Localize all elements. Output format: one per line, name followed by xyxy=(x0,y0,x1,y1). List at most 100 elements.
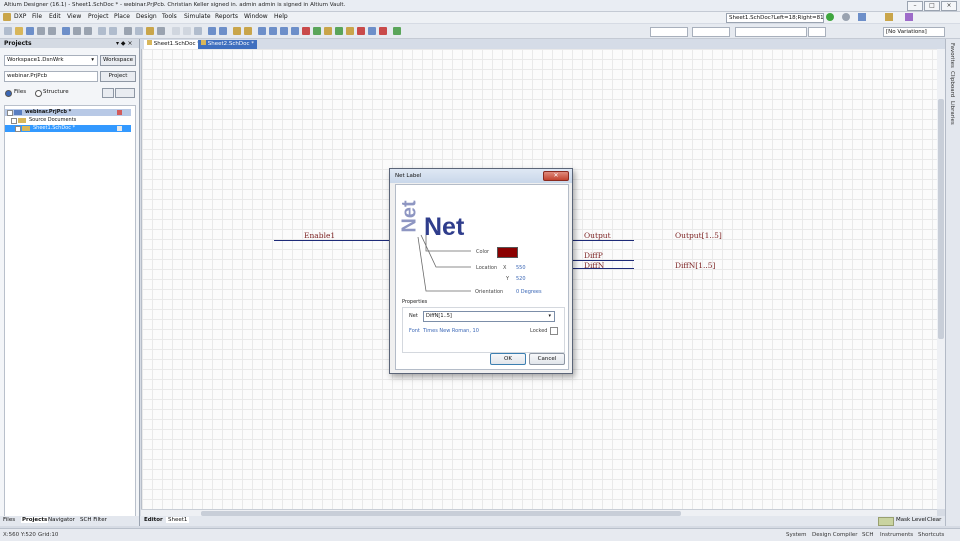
tab-clipboard[interactable]: Clipboard xyxy=(949,71,955,97)
cross-probe-icon[interactable] xyxy=(109,27,117,35)
orientation-value[interactable]: 0 Degrees xyxy=(516,289,542,295)
menu-file[interactable]: File xyxy=(32,13,42,20)
project-button[interactable]: Project xyxy=(100,71,136,82)
save-icon[interactable] xyxy=(26,27,34,35)
tree-folder[interactable]: Source Documents xyxy=(5,117,131,124)
document-path-field[interactable]: Sheet1.SchDoc?Left=18;Right=811; xyxy=(726,13,824,23)
tab-navigator[interactable]: Navigator xyxy=(48,517,75,523)
structure-radio[interactable] xyxy=(35,90,42,97)
place-part-icon[interactable] xyxy=(313,27,321,35)
hierarchy-icon[interactable] xyxy=(233,27,241,35)
move-icon[interactable] xyxy=(183,27,191,35)
place-bus-icon[interactable] xyxy=(269,27,277,35)
dialog-close-button[interactable]: ✕ xyxy=(543,171,569,181)
panel-menu-icon[interactable] xyxy=(115,88,135,98)
tab-libraries[interactable]: Libraries xyxy=(949,101,955,125)
mode-combo[interactable] xyxy=(808,27,826,37)
workspace-dropdown[interactable]: Workspace1.DsnWrk ▾ xyxy=(4,55,98,66)
copy-icon[interactable] xyxy=(135,27,143,35)
stop-icon[interactable] xyxy=(842,13,850,21)
close-button[interactable]: × xyxy=(941,1,957,11)
menu-simulate[interactable]: Simulate xyxy=(184,13,211,20)
rubber-stamp-icon[interactable] xyxy=(157,27,165,35)
no-erc-icon[interactable] xyxy=(357,27,365,35)
redo-icon[interactable] xyxy=(219,27,227,35)
tree-project[interactable]: webinar.PrjPcb * xyxy=(5,109,131,116)
net-name-dropdown[interactable]: DiffN[1..5] ▾ xyxy=(423,311,555,322)
net-label-enable[interactable]: Enable1 xyxy=(304,231,335,240)
location-y-value[interactable]: 520 xyxy=(516,276,526,282)
tools-icon[interactable] xyxy=(885,13,893,21)
menu-project[interactable]: Project xyxy=(88,13,109,20)
cancel-button[interactable]: Cancel xyxy=(529,353,565,365)
panel-pin-icon[interactable]: ▾ ◆ × xyxy=(116,40,132,47)
filter-combo[interactable] xyxy=(650,27,688,37)
menu-reports[interactable]: Reports xyxy=(215,13,238,20)
net-label-output-bus[interactable]: Output[1..5] xyxy=(675,231,722,240)
power-port-icon[interactable] xyxy=(302,27,310,35)
tree-document[interactable]: Sheet1.SchDoc * xyxy=(5,125,131,132)
browse-icon[interactable] xyxy=(244,27,252,35)
tab-favorites[interactable]: Favorites xyxy=(949,43,955,68)
directive-icon[interactable] xyxy=(368,27,376,35)
collapse-icon[interactable] xyxy=(7,110,13,116)
font-value[interactable]: Times New Roman, 10 xyxy=(423,328,479,334)
status-shortcuts[interactable]: Shortcuts xyxy=(918,532,944,538)
project-field[interactable]: webinar.PrjPcb xyxy=(4,71,98,82)
zoom-selected-icon[interactable] xyxy=(84,27,92,35)
mask-level-button[interactable]: Mask Level xyxy=(896,517,926,523)
location-x-value[interactable]: 550 xyxy=(516,265,526,271)
place-wire-icon[interactable] xyxy=(258,27,266,35)
tab-sheet2[interactable]: Sheet2.SchDoc * xyxy=(198,40,258,49)
layers-icon[interactable] xyxy=(905,13,913,21)
clear-button[interactable]: Clear xyxy=(927,517,941,523)
tab-sheet1[interactable]: Sheet1.SchDoc * xyxy=(144,40,204,49)
vertical-scrollbar[interactable] xyxy=(937,49,945,509)
workspace-button[interactable]: Workspace xyxy=(100,55,136,66)
net-label-diffn-bus[interactable]: DiffN[1..5] xyxy=(675,261,715,270)
cut-icon[interactable] xyxy=(124,27,132,35)
sheet-entry-icon[interactable] xyxy=(335,27,343,35)
vertical-scroll-thumb[interactable] xyxy=(938,99,944,339)
home-icon[interactable] xyxy=(858,13,866,21)
expand-icon[interactable] xyxy=(15,126,21,132)
status-design-compiler[interactable]: Design Compiler xyxy=(812,532,858,538)
tab-files[interactable]: Files xyxy=(3,517,15,523)
select-area-icon[interactable] xyxy=(172,27,180,35)
color-swatch[interactable] xyxy=(497,247,518,258)
go-forward-icon[interactable] xyxy=(826,13,834,21)
net-label-diffp[interactable]: DiffP xyxy=(584,251,603,260)
tab-sheet1-bottom[interactable]: Sheet1 xyxy=(166,517,190,523)
tool-combo[interactable] xyxy=(735,27,807,37)
minimize-button[interactable]: – xyxy=(907,1,923,11)
tab-projects[interactable]: Projects xyxy=(21,517,49,523)
zoom-area-icon[interactable] xyxy=(73,27,81,35)
menu-help[interactable]: Help xyxy=(274,13,288,20)
menu-tools[interactable]: Tools xyxy=(162,13,177,20)
status-system[interactable]: System xyxy=(786,532,807,538)
net-label-output[interactable]: Output xyxy=(584,231,611,240)
place-sheet-symbol-icon[interactable] xyxy=(324,27,332,35)
ok-button[interactable]: OK xyxy=(490,353,526,365)
menu-window[interactable]: Window xyxy=(244,13,268,20)
place-net-label-icon[interactable] xyxy=(291,27,299,35)
pen-icon[interactable] xyxy=(393,27,401,35)
tab-editor[interactable]: Editor xyxy=(144,517,163,523)
place-bus-entry-icon[interactable] xyxy=(280,27,288,35)
menu-design[interactable]: Design xyxy=(136,13,157,20)
print-icon[interactable] xyxy=(37,27,45,35)
maximize-button[interactable]: □ xyxy=(924,1,940,11)
undo-icon[interactable] xyxy=(208,27,216,35)
menu-dxp[interactable]: DXP xyxy=(14,13,26,20)
files-radio[interactable] xyxy=(5,90,12,97)
variations-combo[interactable]: [No Variations] xyxy=(883,27,945,37)
collapse-icon[interactable] xyxy=(11,118,17,124)
tab-sch-filter[interactable]: SCH Filter xyxy=(80,517,107,523)
deselect-icon[interactable] xyxy=(194,27,202,35)
project-icon[interactable] xyxy=(98,27,106,35)
menu-view[interactable]: View xyxy=(67,13,81,20)
status-sch[interactable]: SCH xyxy=(862,532,873,538)
compile-mask-icon[interactable] xyxy=(379,27,387,35)
net-label-diffn[interactable]: DiffN xyxy=(584,261,604,270)
panel-options-icon[interactable] xyxy=(102,88,114,98)
